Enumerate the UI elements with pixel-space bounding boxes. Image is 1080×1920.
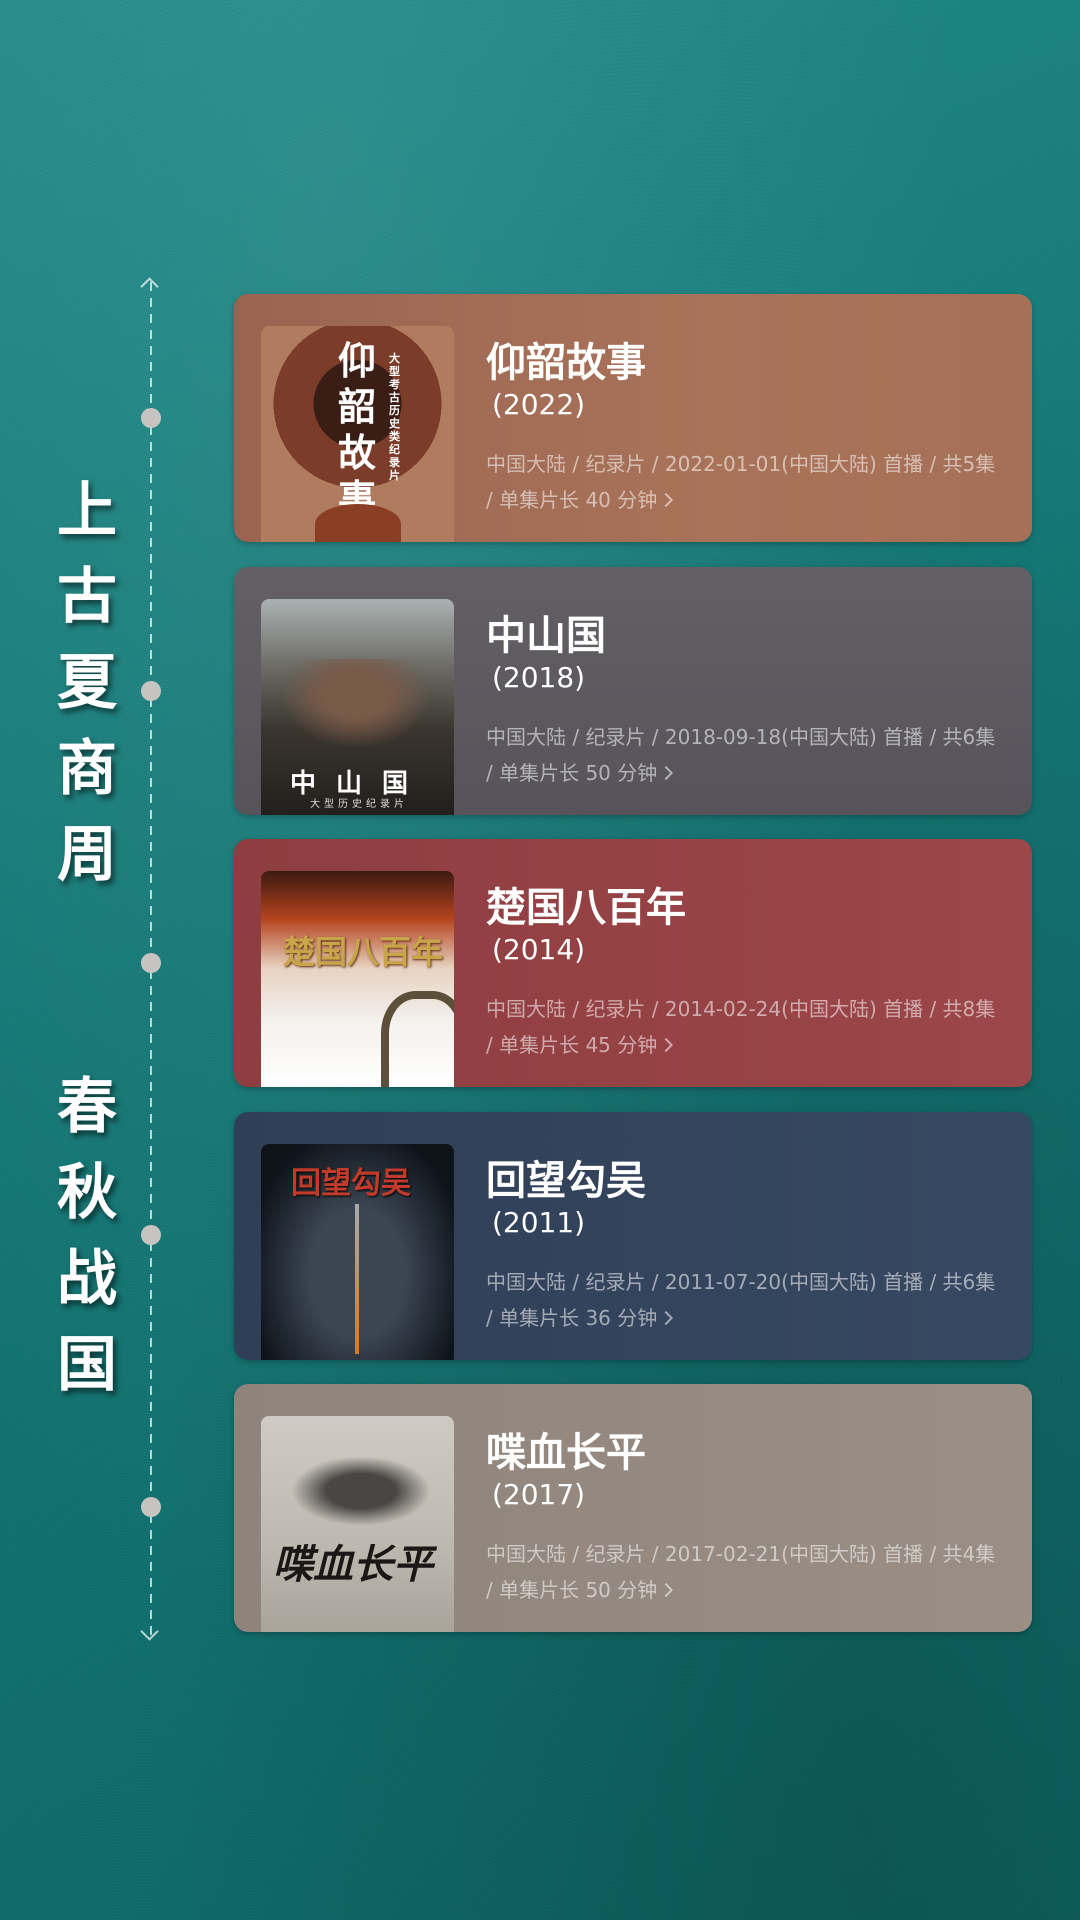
timeline-dot bbox=[141, 1497, 161, 1517]
timeline-dot bbox=[141, 953, 161, 973]
poster-sword bbox=[355, 1204, 359, 1354]
card-title: 中山国 bbox=[486, 613, 606, 659]
era-label-shang-zhou: 上古夏商周 bbox=[57, 476, 117, 890]
poster-chariot bbox=[291, 1456, 431, 1526]
card-title: 喋血长平 bbox=[486, 1430, 646, 1476]
poster-title: 喋血长平 bbox=[273, 1541, 433, 1588]
card-year: (2018) bbox=[492, 661, 586, 694]
card-year: (2017) bbox=[492, 1478, 586, 1511]
card-meta-text: 中国大陆 / 纪录片 / 2022-01-01(中国大陆) 首播 / 共5集 /… bbox=[486, 452, 996, 512]
poster-artifact bbox=[381, 991, 454, 1087]
card-title: 仰韶故事 bbox=[486, 340, 646, 386]
poster-image: 回望勾吴 bbox=[261, 1144, 454, 1360]
chevron-right-icon bbox=[659, 1310, 674, 1326]
card-title: 回望勾吴 bbox=[486, 1158, 646, 1204]
card-meta-text: 中国大陆 / 纪录片 / 2018-09-18(中国大陆) 首播 / 共6集 /… bbox=[486, 725, 996, 785]
poster-subtitle: 大型考古历史类纪录片 bbox=[389, 352, 400, 482]
poster-image: 中山国 大型历史纪录片 bbox=[261, 599, 454, 815]
timeline-dot bbox=[141, 681, 161, 701]
poster-image: 楚国八百年 bbox=[261, 871, 454, 1087]
poster-title: 回望勾吴 bbox=[291, 1166, 411, 1201]
timeline-dot bbox=[141, 1225, 161, 1245]
poster-title: 楚国八百年 bbox=[283, 933, 444, 971]
poster-subtitle: 大型历史纪录片 bbox=[310, 799, 408, 810]
poster-artifact bbox=[315, 504, 401, 542]
card-year: (2011) bbox=[492, 1206, 586, 1239]
documentary-card[interactable]: 回望勾吴 回望勾吴 (2011) 中国大陆 / 纪录片 / 2011-07-20… bbox=[234, 1112, 1032, 1360]
documentary-card[interactable]: 楚国八百年 楚国八百年 (2014) 中国大陆 / 纪录片 / 2014-02-… bbox=[234, 839, 1032, 1087]
era-label-spring-autumn-warring-states: 春秋战国 bbox=[57, 1072, 117, 1400]
card-meta: 中国大陆 / 纪录片 / 2022-01-01(中国大陆) 首播 / 共5集 /… bbox=[486, 446, 1006, 518]
chevron-right-icon bbox=[659, 765, 674, 781]
poster-image: 仰韶故事 大型考古历史类纪录片 bbox=[261, 326, 454, 542]
chevron-right-icon bbox=[659, 492, 674, 508]
timeline-dot bbox=[141, 408, 161, 428]
documentary-card[interactable]: 喋血长平 喋血长平 (2017) 中国大陆 / 纪录片 / 2017-02-21… bbox=[234, 1384, 1032, 1632]
card-meta-text: 中国大陆 / 纪录片 / 2014-02-24(中国大陆) 首播 / 共8集 /… bbox=[486, 997, 996, 1057]
card-meta: 中国大陆 / 纪录片 / 2017-02-21(中国大陆) 首播 / 共4集 /… bbox=[486, 1536, 1006, 1608]
poster-image: 喋血长平 bbox=[261, 1416, 454, 1632]
card-meta: 中国大陆 / 纪录片 / 2018-09-18(中国大陆) 首播 / 共6集 /… bbox=[486, 719, 1006, 791]
card-meta-text: 中国大陆 / 纪录片 / 2011-07-20(中国大陆) 首播 / 共6集 /… bbox=[486, 1270, 996, 1330]
chevron-right-icon bbox=[659, 1037, 674, 1053]
card-meta: 中国大陆 / 纪录片 / 2011-07-20(中国大陆) 首播 / 共6集 /… bbox=[486, 1264, 1006, 1336]
documentary-card[interactable]: 中山国 大型历史纪录片 中山国 (2018) 中国大陆 / 纪录片 / 2018… bbox=[234, 567, 1032, 815]
card-year: (2022) bbox=[492, 388, 586, 421]
documentary-card[interactable]: 仰韶故事 大型考古历史类纪录片 仰韶故事 (2022) 中国大陆 / 纪录片 /… bbox=[234, 294, 1032, 542]
poster-title: 仰韶故事 bbox=[337, 338, 376, 521]
card-year: (2014) bbox=[492, 933, 586, 966]
card-title: 楚国八百年 bbox=[486, 885, 686, 931]
poster-figures bbox=[281, 659, 431, 749]
chevron-right-icon bbox=[659, 1582, 674, 1598]
card-meta-text: 中国大陆 / 纪录片 / 2017-02-21(中国大陆) 首播 / 共4集 /… bbox=[486, 1542, 996, 1602]
card-meta: 中国大陆 / 纪录片 / 2014-02-24(中国大陆) 首播 / 共8集 /… bbox=[486, 991, 1006, 1063]
